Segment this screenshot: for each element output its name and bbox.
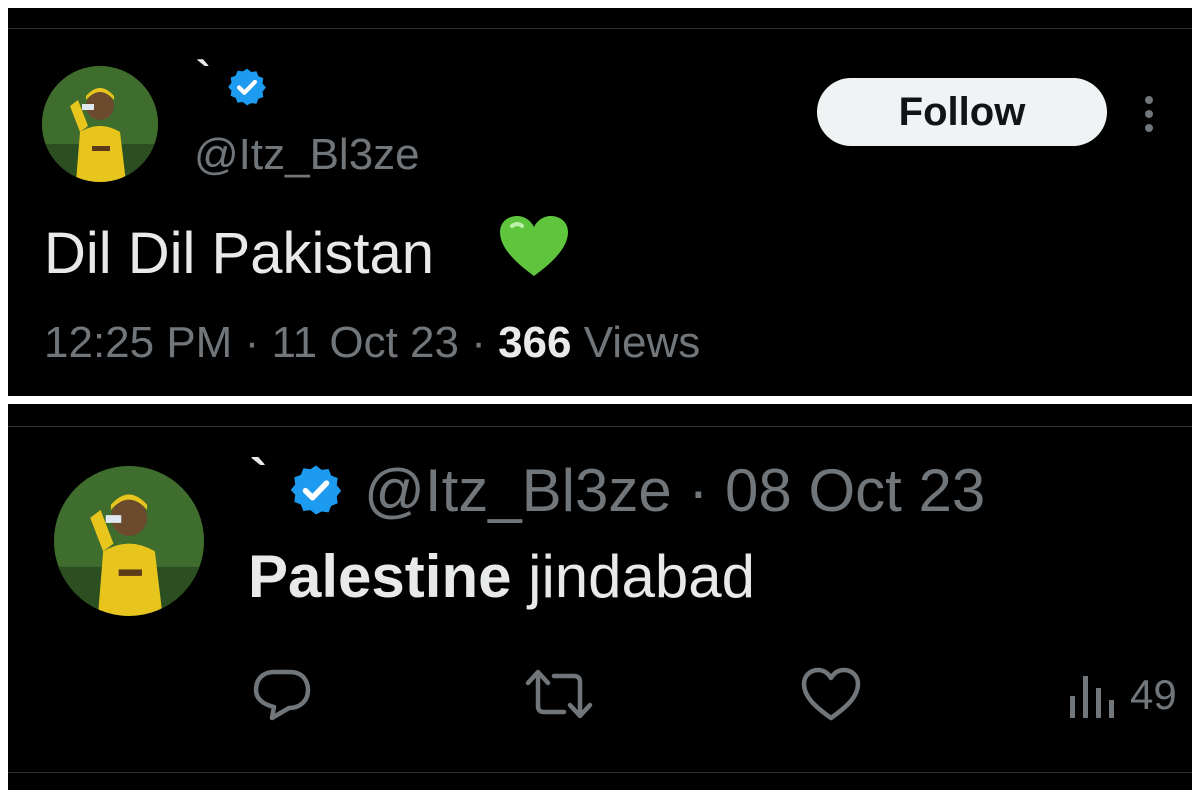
follow-button[interactable]: Follow — [817, 78, 1107, 146]
views-icon[interactable] — [1066, 670, 1122, 722]
separator: · — [458, 318, 499, 367]
handle[interactable]: @Itz_Bl3ze — [364, 457, 672, 524]
tweet-date[interactable]: 11 Oct 23 — [271, 318, 459, 367]
tweet-card-top: ` @Itz_Bl3ze Follow Dil Dil Pakistan 12:… — [8, 8, 1192, 396]
green-heart-icon — [500, 216, 568, 276]
more-options-icon[interactable] — [1142, 94, 1156, 134]
tweet-text-rest: jindabad — [511, 543, 756, 610]
avatar[interactable] — [42, 66, 158, 182]
like-icon[interactable] — [800, 666, 862, 722]
views-label: Views — [571, 318, 701, 367]
reply-icon[interactable] — [252, 666, 312, 722]
display-name[interactable]: ` — [250, 448, 267, 508]
tweet-header-meta: @Itz_Bl3ze · 08 Oct 23 — [364, 456, 985, 525]
verified-badge-icon — [228, 68, 266, 106]
verified-badge-icon — [290, 465, 342, 515]
retweet-icon[interactable] — [522, 666, 596, 722]
tweet-text: Palestine jindabad — [248, 542, 755, 611]
tweet-text: Dil Dil Pakistan — [44, 221, 434, 286]
divider — [8, 426, 1192, 427]
tweet-meta: 12:25 PM · 11 Oct 23 · 366 Views — [44, 318, 700, 368]
views-count: 366 — [498, 318, 572, 367]
tweet-time[interactable]: 12:25 PM — [44, 318, 232, 367]
divider — [8, 772, 1192, 773]
avatar[interactable] — [54, 466, 204, 616]
divider — [8, 28, 1192, 29]
tweet-text-bold: Palestine — [248, 543, 512, 610]
display-name[interactable]: ` — [196, 52, 211, 102]
separator: · — [671, 457, 726, 524]
views-count: 49 — [1130, 671, 1177, 718]
separator: · — [232, 318, 272, 367]
tweet-date[interactable]: 08 Oct 23 — [725, 457, 985, 524]
handle[interactable]: @Itz_Bl3ze — [194, 130, 420, 180]
